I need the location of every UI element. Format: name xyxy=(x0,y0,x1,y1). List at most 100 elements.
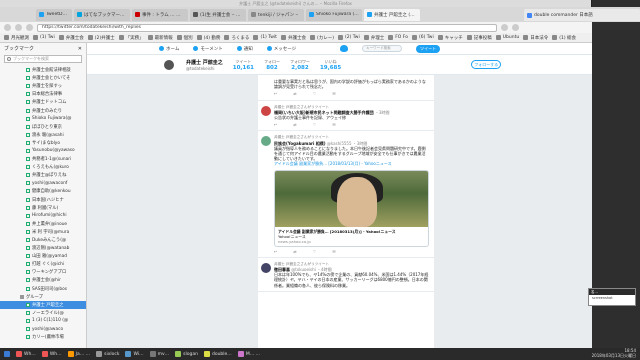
bookmark-item[interactable]: 記事投稿 xyxy=(466,35,492,41)
bookmark-item[interactable]: 最新情報 xyxy=(147,35,173,41)
system-clock[interactable]: 18:54 2018年03月13日火曜日 xyxy=(592,348,636,358)
bookmark-item[interactable]: (6) Twi xyxy=(411,35,434,40)
sidebar-bookmark-item[interactable]: 弁護士@ぼりえね xyxy=(0,171,86,179)
close-icon[interactable]: ✕ xyxy=(78,46,82,52)
tweet-link[interactable]: アイドル会議 副業家が勝負… [2018/03/13(月) - Yahooニュー… xyxy=(274,161,429,166)
nav-moments[interactable]: モーメント xyxy=(193,46,223,52)
sidebar-bookmark-item[interactable]: カリー(農林市場 xyxy=(0,333,86,341)
twitter-search-input[interactable]: キーワード検索 xyxy=(362,45,403,52)
sidebar-bookmark-item[interactable]: 渡辺剛(@watanab xyxy=(0,244,86,252)
nav-notifications[interactable]: 通知 xyxy=(236,46,253,52)
avatar[interactable] xyxy=(261,136,271,147)
taskbar-item[interactable]: M… … xyxy=(237,351,260,357)
tweet[interactable]: は重要な事実だと私は思うが、国内の学説の評価がもっぱら実務家であるかのような論調… xyxy=(258,75,434,101)
taskbar-item[interactable]: slogan xyxy=(175,351,198,357)
nav-home[interactable]: ホーム xyxy=(159,46,179,52)
sidebar-bookmark-item[interactable]: 弁護士会(@hir xyxy=(0,276,86,284)
sidebar-bookmark-item[interactable]: 日本国(ハジヒナ xyxy=(0,196,86,204)
tweet[interactable]: 弁護士 戸舘圭之さんがリツイート 徹田春喜 @tokuoeishi ・4時間 日… xyxy=(258,258,434,292)
stat-following[interactable]: フォロー 802 xyxy=(264,59,280,71)
link-card[interactable]: アイドル会議 副業家が勝負… [20180313(月)] - Yahoo!ニュー… xyxy=(274,169,429,247)
taskbar-item[interactable]: Wi… xyxy=(125,351,144,357)
bookmark-item[interactable]: ろくまる xyxy=(224,35,249,41)
bookmark-item[interactable]: 弁理士 xyxy=(363,35,384,41)
sidebar-bookmark-item[interactable]: 米 利 宇司(@mura xyxy=(0,228,86,236)
taskbar-item[interactable]: Ja… … xyxy=(67,351,90,357)
tab-5[interactable]: Shioko Fujiwara (@shioekohlade) xyxy=(306,8,362,21)
tweet-button[interactable]: ツイート xyxy=(416,44,441,53)
tab-3[interactable]: (1)生 弁護士会 ‒ 政法の xyxy=(190,8,246,21)
menu-icon[interactable] xyxy=(512,24,519,31)
sidebar-bookmark-item[interactable]: 共務者1-1@(sunari xyxy=(0,155,86,163)
sidebar-bookmark-item[interactable]: サイ(まなblyo xyxy=(0,139,86,147)
sidebar-bookmark-item[interactable]: ぼぼひとり東京 xyxy=(0,123,86,131)
bookmark-item[interactable]: (カレー) xyxy=(309,35,334,41)
bookmark-item[interactable]: (4) 勤務 xyxy=(196,35,220,41)
profile-name[interactable]: 弁護士 戸舘圭之 @todatekeishi xyxy=(186,59,223,71)
dm-icon[interactable]: ✉ xyxy=(332,122,335,127)
taskbar-item[interactable]: double… xyxy=(203,351,232,357)
bookmark-item[interactable]: 弁護士会 xyxy=(58,35,84,41)
start-button[interactable] xyxy=(4,351,10,357)
sidebar-bookmark-item[interactable]: Yasunobu(@yawaso xyxy=(0,147,86,155)
sidebar-bookmark-item[interactable]: 井上薫弁(@inoue xyxy=(0,220,86,228)
sidebar-bookmark-item[interactable]: 弁護士のみたり xyxy=(0,106,86,114)
sidebar-bookmark-item[interactable]: 健康自助(@kenkou xyxy=(0,187,86,195)
like-icon[interactable]: ♡ xyxy=(313,249,317,254)
mini-window[interactable]: 名... scrreenshot xyxy=(588,288,636,306)
sidebar-bookmark-item[interactable]: 1 (3) C(1)110 (@ xyxy=(0,317,86,325)
taskbar-item[interactable]: Wh… xyxy=(16,351,36,357)
tweet[interactable]: 弁護士 戸舘圭之さんがリツイート 民族会(Yogakumari 相模) @kas… xyxy=(258,131,434,258)
sidebar-title[interactable]: ブックマーク xyxy=(4,45,34,52)
dm-icon[interactable]: ✉ xyxy=(332,249,335,254)
sidebar-bookmark-item[interactable]: Hirofumi(@hichi xyxy=(0,212,86,220)
reply-icon[interactable]: ↩ xyxy=(274,91,277,96)
bookmark-item[interactable]: 個別 xyxy=(176,35,193,41)
sidebar-bookmark-item[interactable]: 藤 利國(マル) xyxy=(0,204,86,212)
bookmark-item[interactable]: 日本法令 xyxy=(523,35,548,41)
taskbar-item[interactable]: Wh… xyxy=(41,351,62,357)
taskbar-item[interactable]: sixlock xyxy=(96,351,119,357)
bookmark-item[interactable]: (1) Twit xyxy=(253,35,277,40)
tab-4[interactable]: tenkiji / ジャパン ‒ xyxy=(248,8,304,21)
bookmark-item[interactable]: (1) Twi xyxy=(33,35,55,40)
sidebar-bookmark-item[interactable]: Dukeみんこう(@ xyxy=(0,236,86,244)
tab-double-commander[interactable]: double commander 日本語 xyxy=(524,9,640,21)
retweet-icon[interactable]: ⇄ xyxy=(293,91,296,96)
avatar[interactable] xyxy=(261,105,271,116)
sidebar-folder[interactable]: グループ xyxy=(0,293,86,301)
tweet[interactable]: 弁護士 戸舘圭之さんがリツイート 福岡(いちい大阪)新規市民ネット問題調査大勝手… xyxy=(258,101,434,132)
tab-0[interactable]: TweetDeck xyxy=(36,8,72,21)
twitter-bird-icon[interactable] xyxy=(340,45,349,52)
sidebar-bookmark-item[interactable]: ノーエライル(@ xyxy=(0,309,86,317)
sidebar-bookmark-item[interactable]: くろえもん(@kuro xyxy=(0,163,86,171)
dm-icon[interactable]: ✉ xyxy=(332,91,335,96)
bookmark-item[interactable]: キャッチ xyxy=(437,35,463,41)
bookmark-item[interactable]: FO Fo xyxy=(388,35,408,40)
nav-messages[interactable]: メッセージ xyxy=(266,46,296,52)
sidebar-bookmark-item-selected[interactable]: 弁護士 戸舘圭之 xyxy=(0,300,86,309)
tab-1[interactable]: はてなブックマーク ‒ hatena_b xyxy=(74,8,130,21)
sidebar-bookmark-item[interactable]: 弁護士ドットコム xyxy=(0,98,86,106)
sidebar-bookmark-item[interactable]: 弁護士会館法律相談 xyxy=(0,66,86,74)
bookmark-search-input[interactable]: ブックマークを検索 xyxy=(4,55,82,63)
follow-button[interactable]: フォローする xyxy=(471,60,502,69)
bookmark-star-icon[interactable] xyxy=(501,24,508,31)
stat-likes[interactable]: いいね 19,685 xyxy=(320,59,341,71)
like-icon[interactable]: ♡ xyxy=(313,122,317,127)
sidebar-bookmark-item[interactable]: 弁護士会とかいてそ xyxy=(0,74,86,82)
bookmark-item[interactable]: (2) Twi xyxy=(337,35,360,40)
retweet-icon[interactable]: ⇄ xyxy=(293,249,296,254)
sidebar-bookmark-item[interactable]: 打越 ぐく(@ichi xyxy=(0,260,86,268)
like-icon[interactable]: ♡ xyxy=(313,91,317,96)
reply-icon[interactable]: ↩ xyxy=(274,122,277,127)
stat-tweets[interactable]: ツイート 10,161 xyxy=(233,59,254,71)
taskbar-item[interactable]: mv… xyxy=(149,351,169,357)
reload-icon[interactable] xyxy=(26,24,33,31)
sidebar-bookmark-item[interactable]: SAS田司司(@bos xyxy=(0,285,86,293)
sidebar-bookmark-item[interactable]: Shioko Fujiwara(@ xyxy=(0,115,86,123)
bookmark-item[interactable]: 弁護士会 xyxy=(280,35,306,41)
back-icon[interactable] xyxy=(4,24,11,31)
url-bar[interactable]: https://twitter.com/todatekeishi/with_re… xyxy=(37,23,497,32)
stat-followers[interactable]: フォロワー 2,082 xyxy=(290,59,310,71)
